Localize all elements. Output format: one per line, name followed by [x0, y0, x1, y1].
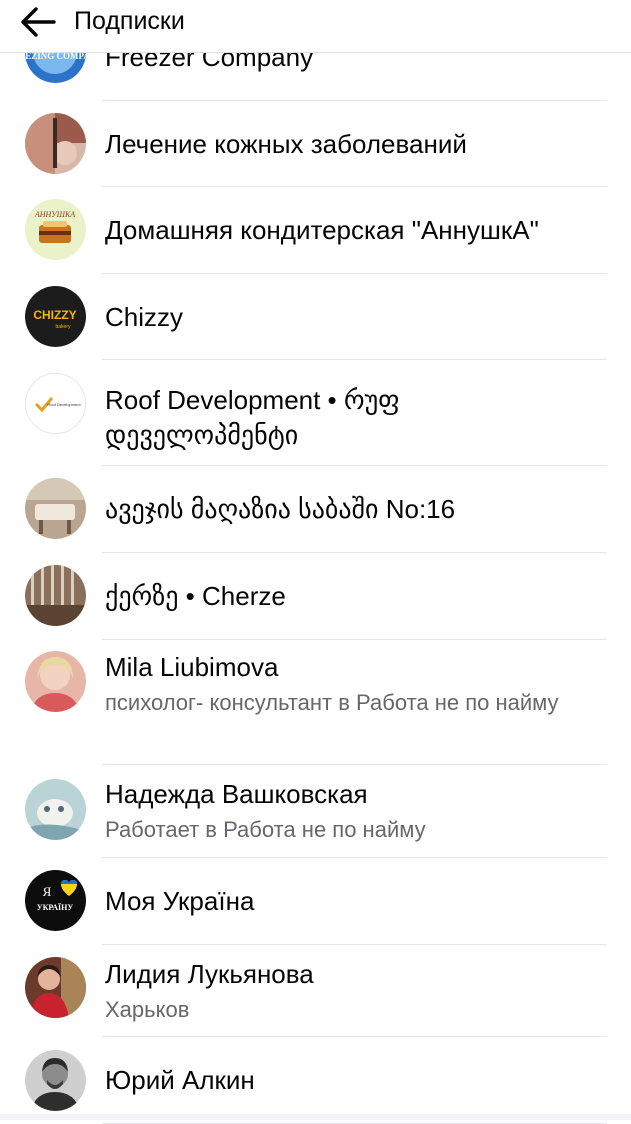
bottom-edge — [0, 1114, 631, 1120]
item-name: Моя Україна — [105, 886, 255, 916]
list-item-text: Надежда Вашковская Работает в Работа не … — [105, 777, 607, 846]
list-item[interactable]: Roof Development Roof Development • რუფ … — [0, 360, 631, 466]
avatar — [25, 957, 86, 1018]
svg-text:Я: Я — [43, 884, 52, 899]
list-item[interactable]: АННУШКА Домашняя кондитерская "АннушкА" — [0, 187, 631, 274]
list-item-text: Roof Development • რუფ დეველოპმენტი — [105, 383, 607, 453]
list-item-text: Mila Liubimova психолог- консультант в Р… — [105, 650, 607, 719]
item-subtitle: Харьков — [105, 997, 190, 1022]
avatar: Я УКРАЇНУ — [25, 870, 86, 931]
list-item-text: ქერზე • Cherze — [105, 579, 607, 614]
list-item-text: Юрий Алкин — [105, 1063, 607, 1098]
svg-text:CHIZZY: CHIZZY — [33, 308, 76, 322]
list-item[interactable]: Mila Liubimova психолог- консультант в Р… — [0, 640, 631, 765]
avatar — [25, 651, 86, 712]
list-item-text: Лидия Лукьянова Харьков — [105, 957, 607, 1026]
svg-text:Roof Development: Roof Development — [47, 402, 81, 407]
item-name: Лидия Лукьянова — [105, 959, 314, 989]
svg-text:УКРАЇНУ: УКРАЇНУ — [37, 903, 74, 912]
back-button[interactable] — [14, 2, 58, 42]
item-name: Mila Liubimova — [105, 652, 279, 682]
svg-text:bakery: bakery — [55, 324, 71, 330]
list-item-text: Домашняя кондитерская "АннушкА" — [105, 213, 607, 248]
list-item[interactable]: Я УКРАЇНУ Моя Україна — [0, 858, 631, 945]
list-item[interactable]: CHIZZY bakery Chizzy — [0, 274, 631, 360]
list-item[interactable]: Лечение кожных заболеваний — [0, 101, 631, 187]
arrow-left-icon — [21, 7, 56, 37]
list-item-text: Chizzy — [105, 300, 607, 335]
avatar: CHIZZY bakery — [25, 286, 86, 347]
list-item-text: ავეჯის მაღაზია საბაში No:16 — [105, 492, 607, 527]
avatar — [25, 1050, 86, 1111]
list-item[interactable]: ავეჯის მაღაზია საბაში No:16 — [0, 466, 631, 553]
item-name: ავეჯის მაღაზია საბაში No:16 — [105, 494, 456, 524]
avatar — [25, 478, 86, 539]
item-name: Roof Development • რუფ დეველოპმენტი — [105, 385, 400, 450]
item-name: ქერზე • Cherze — [105, 581, 286, 611]
list-item-text: Лечение кожных заболеваний — [105, 127, 607, 162]
list-item[interactable]: Юрий Алкин — [0, 1037, 631, 1124]
list-item[interactable]: Надежда Вашковская Работает в Работа не … — [0, 765, 631, 858]
item-subtitle: Работает в Работа не по найму — [105, 817, 426, 842]
list-item[interactable]: Лидия Лукьянова Харьков — [0, 945, 631, 1037]
avatar: АННУШКА — [25, 199, 86, 260]
item-name: Chizzy — [105, 302, 184, 332]
top-bar: Подписки — [0, 0, 631, 53]
item-name: Надежда Вашковская — [105, 779, 368, 809]
avatar — [25, 779, 86, 840]
item-subtitle: психолог- консультант в Работа не по най… — [105, 690, 559, 715]
list-item[interactable]: ქერზე • Cherze — [0, 553, 631, 640]
avatar: Roof Development — [25, 373, 86, 434]
page-title: Подписки — [74, 7, 185, 35]
avatar — [25, 113, 86, 174]
svg-text:АННУШКА: АННУШКА — [34, 210, 75, 219]
item-name: Домашняя кондитерская "АннушкА" — [105, 215, 539, 245]
list-item-text: Моя Україна — [105, 884, 607, 919]
item-name: Юрий Алкин — [105, 1065, 255, 1095]
avatar — [25, 565, 86, 626]
item-name: Лечение кожных заболеваний — [105, 129, 467, 159]
